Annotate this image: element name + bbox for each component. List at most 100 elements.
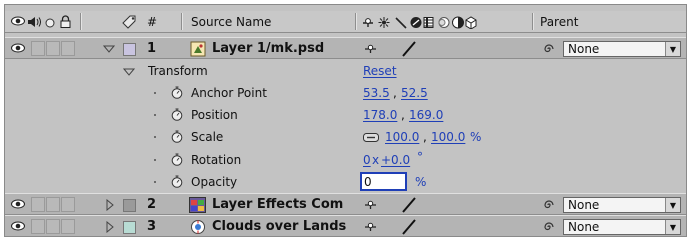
shy-switch-icon[interactable] [365,222,377,232]
solo-circle-icon[interactable] [45,18,55,28]
solo-switch[interactable] [46,41,60,56]
layer-row[interactable]: 1 Layer 1/mk.psd None ▼ [5,37,686,59]
composition-icon [191,220,205,234]
stopwatch-icon[interactable] [171,86,183,99]
effect-icon [410,17,422,28]
layer-number: 1 [147,40,157,56]
parent-dropdown[interactable]: None ▼ [563,197,681,213]
quality-switch-icon[interactable] [401,197,417,213]
opacity-unit: % [415,175,427,189]
layer-row[interactable]: 3 Clouds over Lands None ▼ [5,215,686,236]
anchor-point-y-value[interactable]: 52.5 [401,82,428,104]
video-eye-icon[interactable] [11,16,25,26]
anchor-point-label: Anchor Point [191,86,267,100]
value-separator: , [423,130,427,144]
quality-switch-icon[interactable] [401,219,417,235]
scale-row: Scale 100.0 , 100.0 % [5,126,686,148]
lock-switch[interactable] [61,219,75,234]
column-header-row: # Source Name Parent [5,11,686,33]
twirl-collapsed-icon[interactable] [104,199,116,211]
audio-switch[interactable] [31,219,45,234]
parent-dropdown-value: None [568,198,600,212]
transform-group-row[interactable]: Transform Reset [5,60,686,82]
position-y-value[interactable]: 169.0 [409,104,443,126]
video-visibility-icon[interactable] [11,43,25,53]
layer-name[interactable]: Layer Effects Com [212,194,343,214]
layer-name[interactable]: Layer 1/mk.psd [212,38,324,58]
reset-link[interactable]: Reset [363,60,397,82]
position-label: Position [191,108,238,122]
parent-dropdown[interactable]: None ▼ [563,41,681,57]
chevron-down-icon: ▼ [665,220,680,234]
label-color-swatch[interactable] [123,199,136,212]
opacity-row: Opacity % [5,171,686,193]
label-color-swatch[interactable] [123,43,136,56]
opacity-value-input[interactable] [360,172,407,191]
label-color-swatch[interactable] [123,221,136,234]
quality-icon [395,17,407,29]
quality-switch-icon[interactable] [401,41,417,57]
video-visibility-icon[interactable] [11,221,25,231]
layer-row[interactable]: 2 Layer Effects Com None ▼ [5,193,686,215]
chevron-down-icon: ▼ [665,198,680,212]
audio-switch[interactable] [31,41,45,56]
solo-switch[interactable] [46,197,60,212]
anchor-point-row: Anchor Point 53.5 , 52.5 [5,82,686,104]
parent-dropdown-value: None [568,42,600,56]
transform-label: Transform [148,64,208,78]
label-tag-icon[interactable] [122,15,137,29]
rotation-row: Rotation 0 x +0.0 ° [5,149,686,171]
collapse-transformations-icon [378,17,390,28]
parent-dropdown[interactable]: None ▼ [563,219,681,235]
psd-layer-icon [190,41,206,57]
solo-switch[interactable] [46,219,60,234]
lock-icon[interactable] [60,15,71,28]
shy-switch-icon[interactable] [365,200,377,210]
layer-switches-header-icons [363,16,477,29]
constrain-proportions-link-icon[interactable] [363,133,379,142]
scale-x-value[interactable]: 100.0 [385,126,419,148]
scale-y-value[interactable]: 100.0 [431,126,465,148]
shy-icon [363,18,373,27]
layer-number: 2 [147,196,157,212]
chevron-down-icon: ▼ [665,42,680,56]
audio-switch[interactable] [31,197,45,212]
layer-name[interactable]: Clouds over Lands [212,216,346,236]
stopwatch-icon[interactable] [171,130,183,143]
audio-speaker-icon[interactable] [27,16,41,28]
parent-pick-whip-icon[interactable] [543,221,555,233]
value-separator: , [393,86,397,100]
scale-unit: % [470,130,482,144]
lock-switch[interactable] [61,197,75,212]
twirl-down-expanded-icon[interactable] [103,43,115,55]
3d-layer-icon [465,16,477,29]
opacity-label: Opacity [191,175,238,189]
rotation-times-sign: x [372,153,380,167]
stopwatch-icon[interactable] [171,108,183,121]
timeline-layer-panel: # Source Name Parent 1 Layer 1/mk.psd No… [4,4,687,237]
twirl-down-expanded-icon[interactable] [123,66,135,78]
anchor-point-x-value[interactable]: 53.5 [363,82,390,104]
position-row: Position 178.0 , 169.0 [5,104,686,126]
twirl-collapsed-icon[interactable] [104,221,116,233]
parent-pick-whip-icon[interactable] [543,43,555,55]
rotation-degrees-value[interactable]: +0.0 [381,149,410,171]
motion-blur-icon [438,17,450,28]
lock-switch[interactable] [61,41,75,56]
rotation-revolutions-value[interactable]: 0 [363,149,371,171]
stopwatch-icon[interactable] [171,153,183,166]
adjustment-layer-icon [452,16,464,29]
scale-label: Scale [191,130,224,144]
number-column-header: # [147,14,158,29]
frame-blending-icon [423,17,434,28]
parent-column-header[interactable]: Parent [540,11,578,32]
source-name-column-header[interactable]: Source Name [191,11,271,32]
rotation-label: Rotation [191,153,242,167]
stopwatch-icon[interactable] [171,175,183,188]
position-x-value[interactable]: 178.0 [363,104,397,126]
shy-switch-icon[interactable] [365,44,377,54]
composition-thumbnail-icon [189,197,206,213]
parent-pick-whip-icon[interactable] [543,199,555,211]
video-visibility-icon[interactable] [11,199,25,209]
value-separator: , [401,108,405,122]
